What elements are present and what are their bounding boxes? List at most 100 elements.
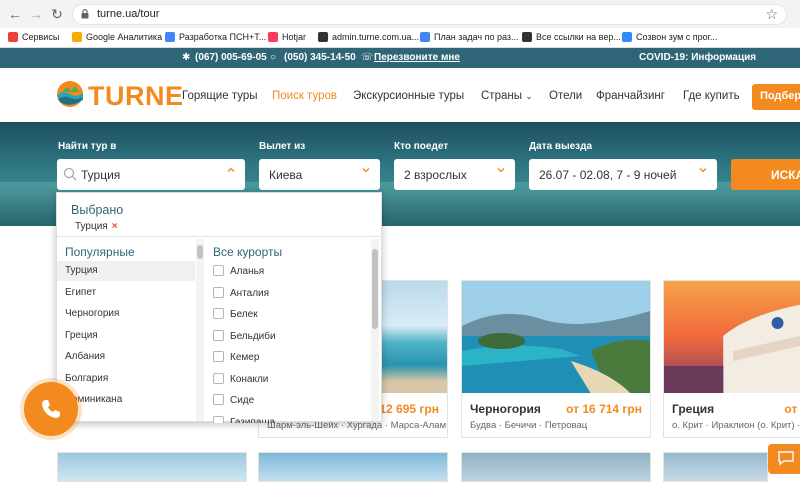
- popular-scrollbar[interactable]: [196, 239, 204, 421]
- bookmark-item[interactable]: Разработка ПСН+Т...: [165, 32, 266, 42]
- resort-checkbox[interactable]: [213, 394, 224, 405]
- vodafone-icon: ○: [270, 52, 277, 63]
- browser-toolbar: ← → ↻ turne.ua/tour ☆: [0, 0, 800, 28]
- popular-item[interactable]: Черногория: [65, 308, 119, 319]
- destination-input[interactable]: Турция: [57, 159, 245, 190]
- tour-card[interactable]: Греция от 13 о. Крит · Ираклион (о. Крит…: [663, 280, 800, 438]
- travelers-select[interactable]: 2 взрослых: [394, 159, 515, 190]
- phone-2[interactable]: (050) 345-14-50: [284, 52, 356, 63]
- bookmark-item[interactable]: Hotjar: [268, 32, 306, 42]
- departure-select[interactable]: Киева: [259, 159, 380, 190]
- resort-checkbox[interactable]: [213, 286, 224, 298]
- bookmark-item[interactable]: Созвон зум с прог...: [622, 32, 717, 42]
- bookmark-favicon-icon: [72, 32, 82, 42]
- selected-chip-label: Турция: [75, 221, 108, 232]
- travelers-value: 2 взрослых: [404, 168, 467, 182]
- resorts-scrollbar[interactable]: [371, 239, 379, 421]
- bookmark-item[interactable]: Все ссылки на вер...: [522, 32, 621, 42]
- callback-link[interactable]: Перезвоните мне: [374, 52, 460, 63]
- resort-label: Сиде: [230, 395, 255, 406]
- bookmark-label: Сервисы: [22, 32, 60, 42]
- pick-tour-button[interactable]: Подбери: [752, 84, 800, 110]
- popular-item[interactable]: Турция: [65, 265, 98, 276]
- tour-card-partial[interactable]: [57, 452, 247, 482]
- menu-franchise[interactable]: Франчайзинг: [596, 90, 665, 102]
- bookmark-favicon-icon: [268, 32, 278, 42]
- resort-item[interactable]: Белек: [213, 308, 258, 320]
- back-icon[interactable]: ←: [6, 5, 24, 23]
- popular-scroll-thumb[interactable]: [197, 245, 203, 259]
- tour-card-partial[interactable]: [461, 452, 651, 482]
- contact-bar: ✱ (067) 005-69-05 ○ (050) 345-14-50 ☏ Пе…: [0, 48, 800, 68]
- resort-item[interactable]: Бельдиби: [213, 329, 276, 342]
- forward-icon[interactable]: →: [27, 5, 45, 23]
- bookmark-item[interactable]: admin.turne.com.ua...: [318, 32, 419, 42]
- date-label: Дата выезда: [529, 141, 593, 152]
- logo-text[interactable]: TURNE: [88, 81, 184, 112]
- menu-where-to-buy[interactable]: Где купить: [683, 90, 740, 102]
- menu-hotels[interactable]: Отели: [549, 90, 582, 102]
- bookmark-item[interactable]: План задач по раз...: [420, 32, 519, 42]
- departure-label: Вылет из: [259, 141, 306, 152]
- reload-icon[interactable]: ↻: [48, 5, 66, 23]
- bookmark-favicon-icon: [8, 32, 18, 42]
- travelers-label: Кто поедет: [394, 141, 449, 152]
- chevron-down-icon: ⌄: [525, 91, 533, 101]
- callback-icon: ☏: [361, 52, 374, 63]
- resort-label: Кемер: [230, 352, 260, 363]
- resort-label: Бельдиби: [230, 330, 276, 342]
- menu-tour-search[interactable]: Поиск туров: [272, 90, 337, 102]
- logo-icon[interactable]: [56, 80, 84, 108]
- tour-card[interactable]: Черногория от 16 714 грн Будва · Бечичи …: [461, 280, 651, 438]
- resort-item[interactable]: Анталия: [213, 286, 269, 299]
- chevron-down-icon: [362, 168, 370, 173]
- address-bar[interactable]: turne.ua/tour ☆: [72, 4, 787, 25]
- date-value: 26.07 - 02.08, 7 - 9 ночей: [539, 168, 677, 182]
- popular-item[interactable]: Болгария: [65, 373, 108, 384]
- popular-item[interactable]: Албания: [65, 351, 105, 362]
- card-photo: [462, 281, 650, 393]
- selected-title: Выбрано: [71, 203, 124, 217]
- tour-card-partial[interactable]: [663, 452, 768, 482]
- call-button[interactable]: [24, 382, 78, 436]
- phone-1[interactable]: (067) 005-69-05: [195, 52, 267, 63]
- resort-checkbox[interactable]: [213, 308, 224, 319]
- resort-label: Конакли: [230, 373, 269, 385]
- resorts-list: Все курорты Аланья Анталия Белек Бельдиби Ке…: [205, 237, 383, 423]
- bookmark-item[interactable]: Google Аналитика: [72, 32, 162, 42]
- resort-label: Газипаша: [230, 416, 276, 424]
- bookmark-label: Все ссылки на вер...: [536, 32, 621, 42]
- menu-countries[interactable]: Страны ⌄: [481, 90, 533, 102]
- chat-icon: [778, 451, 794, 466]
- card-price: 12 695 грн: [379, 402, 439, 416]
- remove-icon[interactable]: ×: [112, 221, 118, 232]
- bookmark-label: Google Аналитика: [86, 32, 163, 42]
- bookmark-item[interactable]: Сервисы: [8, 32, 59, 42]
- resort-checkbox[interactable]: [213, 415, 224, 423]
- menu-hot-tours[interactable]: Горящие туры: [182, 90, 258, 102]
- resorts-scroll-thumb[interactable]: [372, 249, 378, 329]
- resort-item[interactable]: Аланья: [213, 265, 264, 277]
- resort-checkbox[interactable]: [213, 372, 224, 384]
- destination-label: Найти тур в: [58, 141, 117, 152]
- selected-chip: Турция ×: [75, 221, 118, 232]
- menu-excursion-tours[interactable]: Экскурсионные туры: [353, 90, 464, 102]
- resort-item[interactable]: Конакли: [213, 372, 269, 385]
- resort-checkbox[interactable]: [213, 265, 224, 276]
- resort-item[interactable]: Кемер: [213, 351, 259, 363]
- bookmark-star-icon[interactable]: ☆: [765, 6, 778, 23]
- popular-item[interactable]: Греция: [65, 330, 98, 341]
- resort-label: Аланья: [230, 266, 265, 277]
- destination-dropdown: Выбрано Турция × Популярные Турция Египет Ч…: [56, 192, 383, 423]
- bookmark-favicon-icon: [420, 32, 430, 42]
- tour-card-partial[interactable]: [258, 452, 448, 482]
- resort-checkbox[interactable]: [213, 351, 224, 362]
- resort-item[interactable]: Сиде: [213, 394, 254, 406]
- covid-info-link[interactable]: COVID-19: Информация: [639, 52, 756, 63]
- date-select[interactable]: 26.07 - 02.08, 7 - 9 ночей: [529, 159, 717, 190]
- resort-checkbox[interactable]: [213, 329, 224, 341]
- search-button[interactable]: ИСКА: [731, 159, 800, 190]
- resort-item[interactable]: Газипаша: [213, 415, 276, 424]
- popular-item[interactable]: Египет: [65, 287, 96, 298]
- card-resorts: Будва · Бечичи · Петровац: [470, 420, 588, 431]
